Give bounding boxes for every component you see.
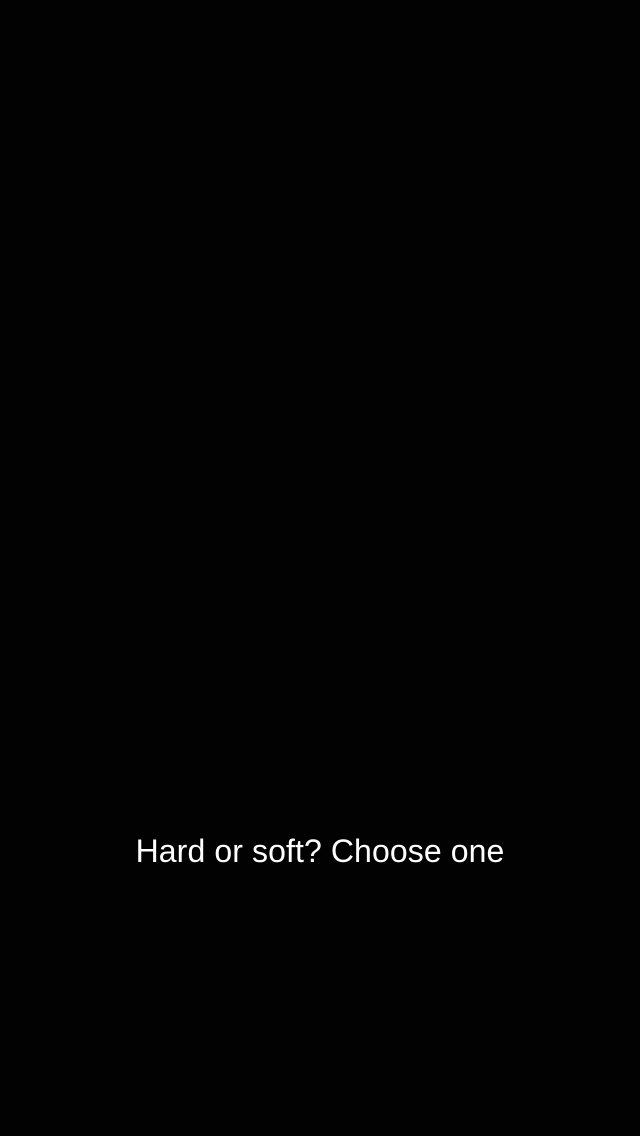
snap-view[interactable]: Hard or soft? Choose one	[0, 0, 640, 1136]
caption-text: Hard or soft? Choose one	[135, 833, 505, 869]
caption-bar: Hard or soft? Choose one	[0, 826, 640, 876]
